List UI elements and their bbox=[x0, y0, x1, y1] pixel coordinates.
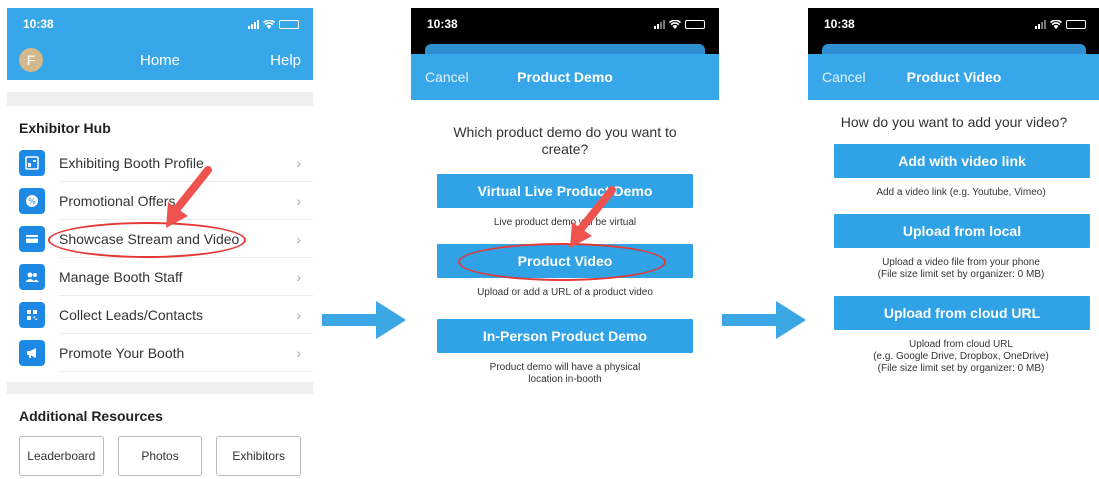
menu-item-label: Exhibiting Booth Profile bbox=[59, 155, 204, 171]
signal-icon bbox=[248, 19, 259, 29]
status-icons bbox=[654, 19, 705, 29]
add-video-link-button[interactable]: Add with video link bbox=[834, 144, 1090, 178]
modal-backdrop bbox=[808, 40, 1099, 54]
product-video-button[interactable]: Product Video bbox=[437, 244, 693, 278]
menu-item-label: Promotional Offers bbox=[59, 193, 176, 209]
in-person-demo-caption: Product demo will have a physical locati… bbox=[489, 362, 641, 385]
virtual-live-demo-button[interactable]: Virtual Live Product Demo bbox=[437, 174, 693, 208]
page-title: Home bbox=[139, 51, 180, 69]
signal-icon bbox=[654, 19, 665, 29]
status-bar: 10:38 bbox=[808, 8, 1099, 40]
upload-cloud-url-button[interactable]: Upload from cloud URL bbox=[834, 296, 1090, 330]
modal-backdrop bbox=[411, 40, 719, 54]
exhibitors-button[interactable]: Exhibitors bbox=[216, 436, 302, 476]
nav-bar: Cancel Product Video bbox=[808, 54, 1099, 100]
avatar[interactable]: F bbox=[19, 48, 43, 72]
megaphone-icon bbox=[19, 340, 45, 366]
add-video-link-caption: Add a video link (e.g. Youtube, Vimeo) bbox=[876, 187, 1046, 198]
battery-icon bbox=[685, 19, 705, 29]
upload-local-caption: Upload a video file from your phone (Fil… bbox=[877, 257, 1045, 280]
menu-item-promote-booth[interactable]: Promote Your Booth › bbox=[7, 334, 313, 372]
exhibitor-hub-menu: Exhibiting Booth Profile › % Promotional… bbox=[7, 144, 313, 372]
promo-icon: % bbox=[19, 188, 45, 214]
menu-item-label: Manage Booth Staff bbox=[59, 269, 183, 285]
divider bbox=[7, 92, 313, 106]
product-demo-screen: 10:38 Cancel Product Demo Which product … bbox=[411, 8, 719, 479]
exhibitor-hub-heading: Exhibitor Hub bbox=[19, 120, 111, 136]
cancel-button[interactable]: Cancel bbox=[425, 69, 469, 85]
chevron-right-icon: › bbox=[296, 155, 301, 171]
chevron-right-icon: › bbox=[296, 307, 301, 323]
upload-local-button[interactable]: Upload from local bbox=[834, 214, 1090, 248]
menu-item-label: Collect Leads/Contacts bbox=[59, 307, 203, 323]
flow-arrow-right-icon bbox=[322, 301, 406, 339]
status-icons bbox=[248, 19, 299, 29]
menu-item-booth-profile[interactable]: Exhibiting Booth Profile › bbox=[7, 144, 313, 182]
status-time: 10:38 bbox=[427, 17, 458, 31]
menu-item-label: Promote Your Booth bbox=[59, 345, 185, 361]
menu-item-collect-leads[interactable]: Collect Leads/Contacts › bbox=[7, 296, 313, 334]
menu-item-manage-staff[interactable]: Manage Booth Staff › bbox=[7, 258, 313, 296]
photos-button[interactable]: Photos bbox=[117, 436, 203, 476]
additional-resources-heading: Additional Resources bbox=[19, 408, 163, 424]
booth-profile-icon bbox=[19, 150, 45, 176]
video-question: How do you want to add your video? bbox=[840, 114, 1068, 130]
staff-icon bbox=[19, 264, 45, 290]
home-screen: 10:38 F Home Help Exhibitor Hub Exhibiti… bbox=[7, 8, 313, 479]
product-video-caption: Upload or add a URL of a product video bbox=[477, 287, 653, 298]
svg-text:%: % bbox=[28, 197, 36, 206]
status-bar: 10:38 bbox=[411, 8, 719, 40]
status-time: 10:38 bbox=[23, 17, 54, 31]
video-stream-icon bbox=[19, 226, 45, 252]
flow-arrow-right-icon bbox=[722, 301, 806, 339]
leaderboard-button[interactable]: Leaderboard bbox=[19, 436, 104, 476]
wifi-icon bbox=[669, 19, 681, 29]
cancel-button[interactable]: Cancel bbox=[822, 69, 866, 85]
status-bar: 10:38 bbox=[7, 8, 313, 40]
divider bbox=[7, 382, 313, 394]
virtual-live-demo-caption: Live product demo will be virtual bbox=[493, 217, 637, 228]
chevron-right-icon: › bbox=[296, 269, 301, 285]
upload-cloud-url-caption: Upload from cloud URL (e.g. Google Drive… bbox=[873, 339, 1049, 374]
app-header: F Home Help bbox=[7, 40, 313, 80]
product-video-screen: 10:38 Cancel Product Video How do you wa… bbox=[808, 8, 1099, 479]
menu-item-label: Showcase Stream and Video bbox=[59, 231, 240, 247]
battery-icon bbox=[279, 19, 299, 29]
battery-icon bbox=[1066, 19, 1086, 29]
wifi-icon bbox=[1050, 19, 1062, 29]
resource-buttons: Leaderboard Photos Exhibitors bbox=[7, 432, 313, 476]
wifi-icon bbox=[263, 19, 275, 29]
status-icons bbox=[1035, 19, 1086, 29]
chevron-right-icon: › bbox=[296, 193, 301, 209]
qr-code-icon bbox=[19, 302, 45, 328]
demo-question: Which product demo do you want to create… bbox=[453, 124, 677, 157]
menu-item-showcase-stream[interactable]: Showcase Stream and Video › bbox=[7, 220, 313, 258]
menu-item-promotional-offers[interactable]: % Promotional Offers › bbox=[7, 182, 313, 220]
help-link[interactable]: Help bbox=[270, 52, 301, 69]
nav-bar: Cancel Product Demo bbox=[411, 54, 719, 100]
in-person-demo-button[interactable]: In-Person Product Demo bbox=[437, 319, 693, 353]
chevron-right-icon: › bbox=[296, 345, 301, 361]
chevron-right-icon: › bbox=[296, 231, 301, 247]
signal-icon bbox=[1035, 19, 1046, 29]
status-time: 10:38 bbox=[824, 17, 855, 31]
